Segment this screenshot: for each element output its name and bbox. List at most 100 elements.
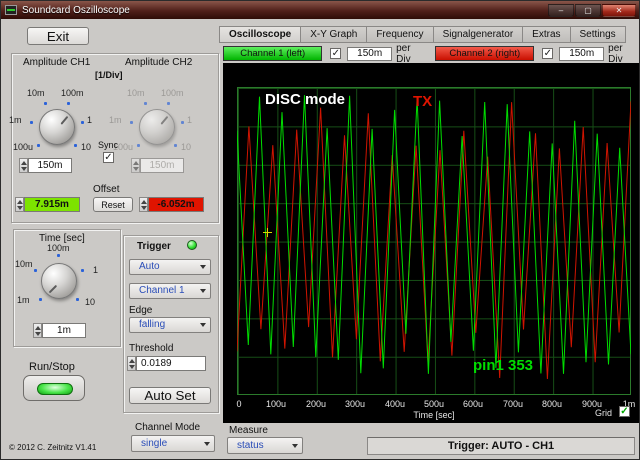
channel1-per-div-field[interactable]: 150m [347,46,393,61]
ch1-tick-label: 100m [61,88,84,98]
tab-frequency[interactable]: Frequency [367,26,434,43]
knob-tick [144,102,147,105]
measure-value: status [237,440,264,451]
time-tick-label: 1 [93,265,99,275]
threshold-field[interactable]: 0.0189 [136,356,206,371]
ch2-tick-label: 10m [127,88,145,98]
knob-tick [30,121,33,124]
trigger-source-value: Channel 1 [139,285,185,296]
time-tick-label: 10m [15,259,33,269]
knob-tick [37,144,40,147]
ch2-tick-label: 1m [109,115,122,125]
knob-tick [167,102,170,105]
knob-tick [67,102,70,105]
spinner-icon[interactable] [139,197,148,212]
trigger-mode-dropdown[interactable]: Auto [129,259,211,275]
ch2-tick-label: 1 [187,115,193,125]
measure-dropdown[interactable]: status [227,437,303,454]
grid-toggle-label: Grid [595,408,613,418]
knob-tick [39,298,42,301]
maximize-button[interactable]: ▢ [575,3,601,17]
sync-checkbox[interactable]: ✓ [103,152,114,163]
tx-annotation: TX [413,93,433,110]
trigger-edge-dropdown[interactable]: falling [129,317,211,333]
offset-ch1-control[interactable]: 7.915m [15,197,80,212]
trigger-source-dropdown[interactable]: Channel 1 [129,283,211,299]
exit-button[interactable]: Exit [27,27,89,45]
amplitude-ch2-value[interactable]: 150m [131,158,184,173]
minimize-button[interactable]: – [548,3,574,17]
channel2-per-div-field[interactable]: 150m [559,46,605,61]
scope-cursor-icon[interactable] [267,228,268,237]
knob-tick [137,144,140,147]
spinner-icon[interactable] [33,323,42,338]
window-title: Soundcard Oszilloscope [22,4,130,16]
chevron-down-icon [200,323,206,327]
disc-mode-annotation: DISC mode [265,91,346,108]
sync-label: Sync [98,140,119,150]
spinner-icon[interactable] [131,158,140,173]
amplitude-ch1-value[interactable]: 150m [19,158,72,173]
offset-ch2-control[interactable]: -6.052m [139,197,204,212]
ch1-tick-label: 1m [9,115,22,125]
offset-ch1-value: 7.915m [24,197,80,212]
ch1-tick-label: 1 [87,115,93,125]
amplitude-ch2-label: Amplitude CH2 [125,57,193,68]
amplitude-unit-label: [1/Div] [95,70,123,80]
x-tick-label: 500u [423,399,445,409]
time-tick-label: 10 [85,297,96,307]
ch2-tick-label: 10 [181,142,192,152]
time-value-field[interactable]: 1m [42,323,86,338]
tab-extras[interactable]: Extras [523,26,571,43]
ch2-tick-label: 100m [161,88,184,98]
tab-oscilloscope[interactable]: Oscilloscope [219,26,302,43]
offset-label: Offset [93,184,120,195]
knob-pointer-icon [60,115,69,125]
amplitude-ch1-knob[interactable] [29,99,85,155]
time-tick-label: 100m [47,243,70,253]
reset-button[interactable]: Reset [93,197,133,212]
channel-mode-dropdown[interactable]: single [131,435,215,452]
run-indicator-icon [37,383,73,395]
spinner-icon[interactable] [127,356,136,371]
knob-tick [57,254,60,257]
channel1-checkbox[interactable]: ✓ [330,48,342,59]
close-button[interactable]: ✕ [602,3,636,17]
x-tick-label: 100u [265,399,287,409]
chevron-down-icon [292,443,298,448]
per-div-label: per Div [608,42,623,65]
auto-set-button[interactable]: Auto Set [129,387,211,404]
time-value[interactable]: 1m [33,323,86,338]
ch1-tick-label: 10 [81,142,92,152]
title-bar[interactable]: Soundcard Oszilloscope – ▢ ✕ [1,1,639,19]
tab-xy-graph[interactable]: X-Y Graph [301,26,368,43]
x-axis-label: Time [sec] [413,410,455,420]
offset-ch2-value: -6.052m [148,197,204,212]
amplitude-ch2-knob[interactable] [129,99,185,155]
tab-settings[interactable]: Settings [570,26,626,43]
channel2-checkbox[interactable]: ✓ [542,48,554,59]
spinner-icon[interactable] [15,197,24,212]
grid-checkbox[interactable]: ✓ [619,406,630,417]
knob-tick [74,144,77,147]
threshold-label: Threshold [129,343,174,354]
app-icon [5,5,17,15]
ch1-tick-label: 10m [27,88,45,98]
time-knob[interactable] [31,253,87,309]
x-tick-label: 300u [344,399,366,409]
spinner-icon[interactable] [19,158,28,173]
copyright-label: © 2012 C. Zeitnitz V1.41 [9,443,97,452]
chevron-down-icon [200,289,206,293]
run-stop-button[interactable] [23,375,85,401]
knob-tick [76,298,79,301]
knob-tick [44,102,47,105]
scope-traces [237,95,631,380]
amplitude-ch2-field[interactable]: 150m [140,158,184,173]
amplitude-ch1-field[interactable]: 150m [28,158,72,173]
threshold-control[interactable]: 0.0189 [127,356,206,371]
knob-tick [34,269,37,272]
knob-face [39,109,75,145]
edge-label: Edge [129,305,153,316]
ch1-tick-label: 100u [13,142,34,152]
tab-signalgenerator[interactable]: Signalgenerator [433,26,524,43]
